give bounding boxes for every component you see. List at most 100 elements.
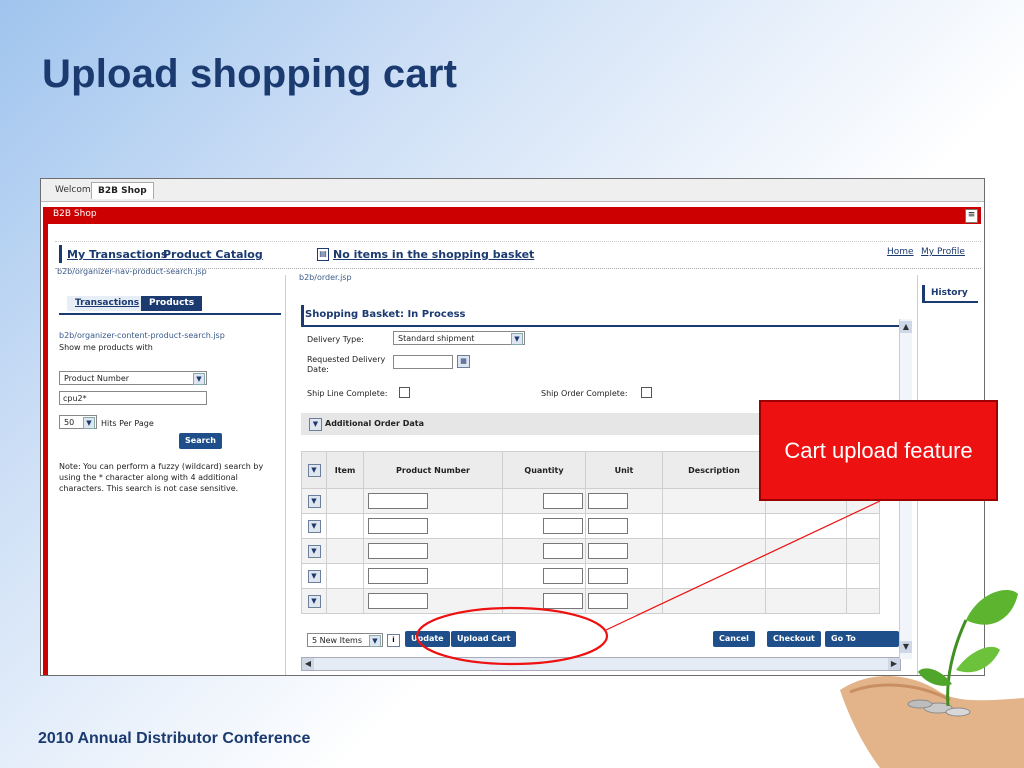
row-expand-icon[interactable]: ▼ bbox=[307, 544, 321, 558]
calendar-icon[interactable]: ▦ bbox=[457, 355, 470, 368]
basket-status-link[interactable]: No items in the shopping basket bbox=[333, 248, 534, 261]
requested-delivery-label-date: Date: bbox=[307, 365, 329, 374]
tab-transactions[interactable]: Transactions bbox=[67, 296, 148, 311]
scroll-up-icon[interactable]: ▲ bbox=[900, 321, 912, 333]
row-expand-icon[interactable]: ▼ bbox=[307, 519, 321, 533]
history-label: History bbox=[931, 288, 968, 298]
product-number-input[interactable] bbox=[368, 543, 428, 559]
plant-hand-illustration bbox=[840, 589, 1024, 768]
footer-text: 2010 Annual Distributor Conference bbox=[38, 730, 311, 747]
portal-tab-bar: Welcome B2B Shop bbox=[41, 179, 984, 202]
unit-input[interactable] bbox=[588, 493, 628, 509]
left-accent-bar bbox=[43, 224, 48, 675]
menu-icon[interactable]: ≡ bbox=[965, 209, 978, 223]
table-row: ▼ bbox=[301, 563, 880, 589]
additional-order-label: Additional Order Data bbox=[325, 419, 424, 428]
expand-all-icon[interactable]: ▼ bbox=[307, 463, 321, 477]
requested-delivery-input[interactable] bbox=[393, 355, 453, 369]
delivery-type-label: Delivery Type: bbox=[307, 335, 364, 344]
cart-upload-callout: Cart upload feature bbox=[759, 400, 998, 501]
history-tab[interactable]: History bbox=[922, 285, 978, 303]
subtabs: Transactions Products bbox=[59, 293, 281, 315]
expand-icon[interactable]: ▼ bbox=[309, 418, 322, 431]
row-expand-icon[interactable]: ▼ bbox=[307, 569, 321, 583]
b2b-shop-header-bar: B2B Shop ≡ bbox=[43, 207, 981, 224]
quantity-input[interactable] bbox=[543, 543, 583, 559]
my-profile-link[interactable]: My Profile bbox=[921, 247, 965, 257]
delivery-type-select[interactable]: Standard shipment ▼ bbox=[393, 331, 525, 345]
scroll-left-icon[interactable]: ◀ bbox=[302, 658, 314, 670]
row-expand-icon[interactable]: ▼ bbox=[307, 594, 321, 608]
plant-leaf bbox=[956, 646, 1000, 673]
quantity-input[interactable] bbox=[543, 568, 583, 584]
search-input[interactable]: cpu2* bbox=[59, 391, 207, 405]
item-header: Item bbox=[326, 451, 364, 489]
row-expand-icon[interactable]: ▼ bbox=[307, 494, 321, 508]
product-number-input[interactable] bbox=[368, 493, 428, 509]
expand-all-header[interactable]: ▼ bbox=[301, 451, 327, 489]
dropdown-arrow-icon[interactable]: ▼ bbox=[83, 417, 95, 429]
update-button[interactable]: Update bbox=[405, 631, 450, 647]
basket-marker bbox=[301, 305, 304, 325]
quantity-header: Quantity bbox=[502, 451, 586, 489]
nav-marker bbox=[59, 245, 62, 263]
order-path: b2b/order.jsp bbox=[299, 273, 352, 282]
product-number-input[interactable] bbox=[368, 518, 428, 534]
table-row: ▼ bbox=[301, 513, 880, 539]
unit-input[interactable] bbox=[588, 543, 628, 559]
basket-action-bar: 5 New Items ▼ i Update Upload Cart Cance… bbox=[301, 631, 899, 659]
hits-per-page-select[interactable]: 50 ▼ bbox=[59, 415, 97, 429]
requested-delivery-label: Requested Delivery bbox=[307, 355, 386, 364]
table-row: ▼ bbox=[301, 588, 880, 614]
new-items-select[interactable]: 5 New Items ▼ bbox=[307, 633, 383, 647]
product-number-input[interactable] bbox=[368, 593, 428, 609]
top-navigation: My Transactions Product Catalog ▤ No ite… bbox=[55, 241, 981, 269]
product-search-panel: b2b/organizer-nav-product-search.jsp Tra… bbox=[55, 267, 286, 675]
slide-title: Upload shopping cart bbox=[42, 52, 458, 96]
header-bar-title: B2B Shop bbox=[53, 209, 97, 219]
unit-header: Unit bbox=[585, 451, 663, 489]
info-icon[interactable]: i bbox=[387, 634, 400, 647]
delivery-type-value: Standard shipment bbox=[398, 334, 475, 343]
quantity-input[interactable] bbox=[543, 593, 583, 609]
search-note: Note: You can perform a fuzzy (wildcard)… bbox=[59, 462, 264, 493]
ship-line-complete-checkbox[interactable] bbox=[399, 387, 410, 398]
dropdown-arrow-icon[interactable]: ▼ bbox=[511, 333, 523, 345]
checkout-button[interactable]: Checkout bbox=[767, 631, 821, 647]
product-number-input[interactable] bbox=[368, 568, 428, 584]
search-button[interactable]: Search bbox=[179, 433, 222, 449]
basket-title: Shopping Basket: In Process bbox=[305, 309, 466, 320]
quantity-input[interactable] bbox=[543, 493, 583, 509]
dropdown-arrow-icon[interactable]: ▼ bbox=[193, 373, 205, 385]
tab-products[interactable]: Products bbox=[141, 296, 203, 311]
description-header: Description bbox=[662, 451, 766, 489]
hits-value: 50 bbox=[64, 418, 75, 427]
basket-icon[interactable]: ▤ bbox=[317, 248, 329, 261]
my-transactions-link[interactable]: My Transactions bbox=[67, 248, 167, 261]
search-type-select[interactable]: Product Number ▼ bbox=[59, 371, 207, 385]
hand-shape bbox=[840, 675, 1024, 768]
unit-input[interactable] bbox=[588, 593, 628, 609]
nav-path: b2b/organizer-nav-product-search.jsp bbox=[57, 267, 207, 276]
coin bbox=[945, 707, 971, 717]
quantity-input[interactable] bbox=[543, 518, 583, 534]
new-items-value: 5 New Items bbox=[312, 636, 363, 645]
upload-cart-button[interactable]: Upload Cart bbox=[451, 631, 517, 647]
cancel-button[interactable]: Cancel bbox=[713, 631, 755, 647]
product-catalog-link[interactable]: Product Catalog bbox=[163, 248, 263, 261]
unit-input[interactable] bbox=[588, 518, 628, 534]
table-row: ▼ bbox=[301, 538, 880, 564]
tab-b2b-shop[interactable]: B2B Shop bbox=[91, 182, 154, 199]
unit-input[interactable] bbox=[588, 568, 628, 584]
ship-order-complete-label: Ship Order Complete: bbox=[541, 389, 628, 398]
coin bbox=[907, 699, 933, 709]
horizontal-scrollbar[interactable]: ◀ ▶ bbox=[301, 657, 901, 671]
plant-leaf bbox=[966, 589, 1018, 625]
basket-header: Shopping Basket: In Process bbox=[301, 305, 899, 327]
dropdown-arrow-icon[interactable]: ▼ bbox=[369, 635, 381, 647]
search-type-value: Product Number bbox=[64, 374, 130, 383]
home-link[interactable]: Home bbox=[887, 247, 914, 257]
hits-per-page-label: Hits Per Page bbox=[101, 419, 154, 428]
ship-order-complete-checkbox[interactable] bbox=[641, 387, 652, 398]
content-path: b2b/organizer-content-product-search.jsp bbox=[59, 331, 225, 340]
